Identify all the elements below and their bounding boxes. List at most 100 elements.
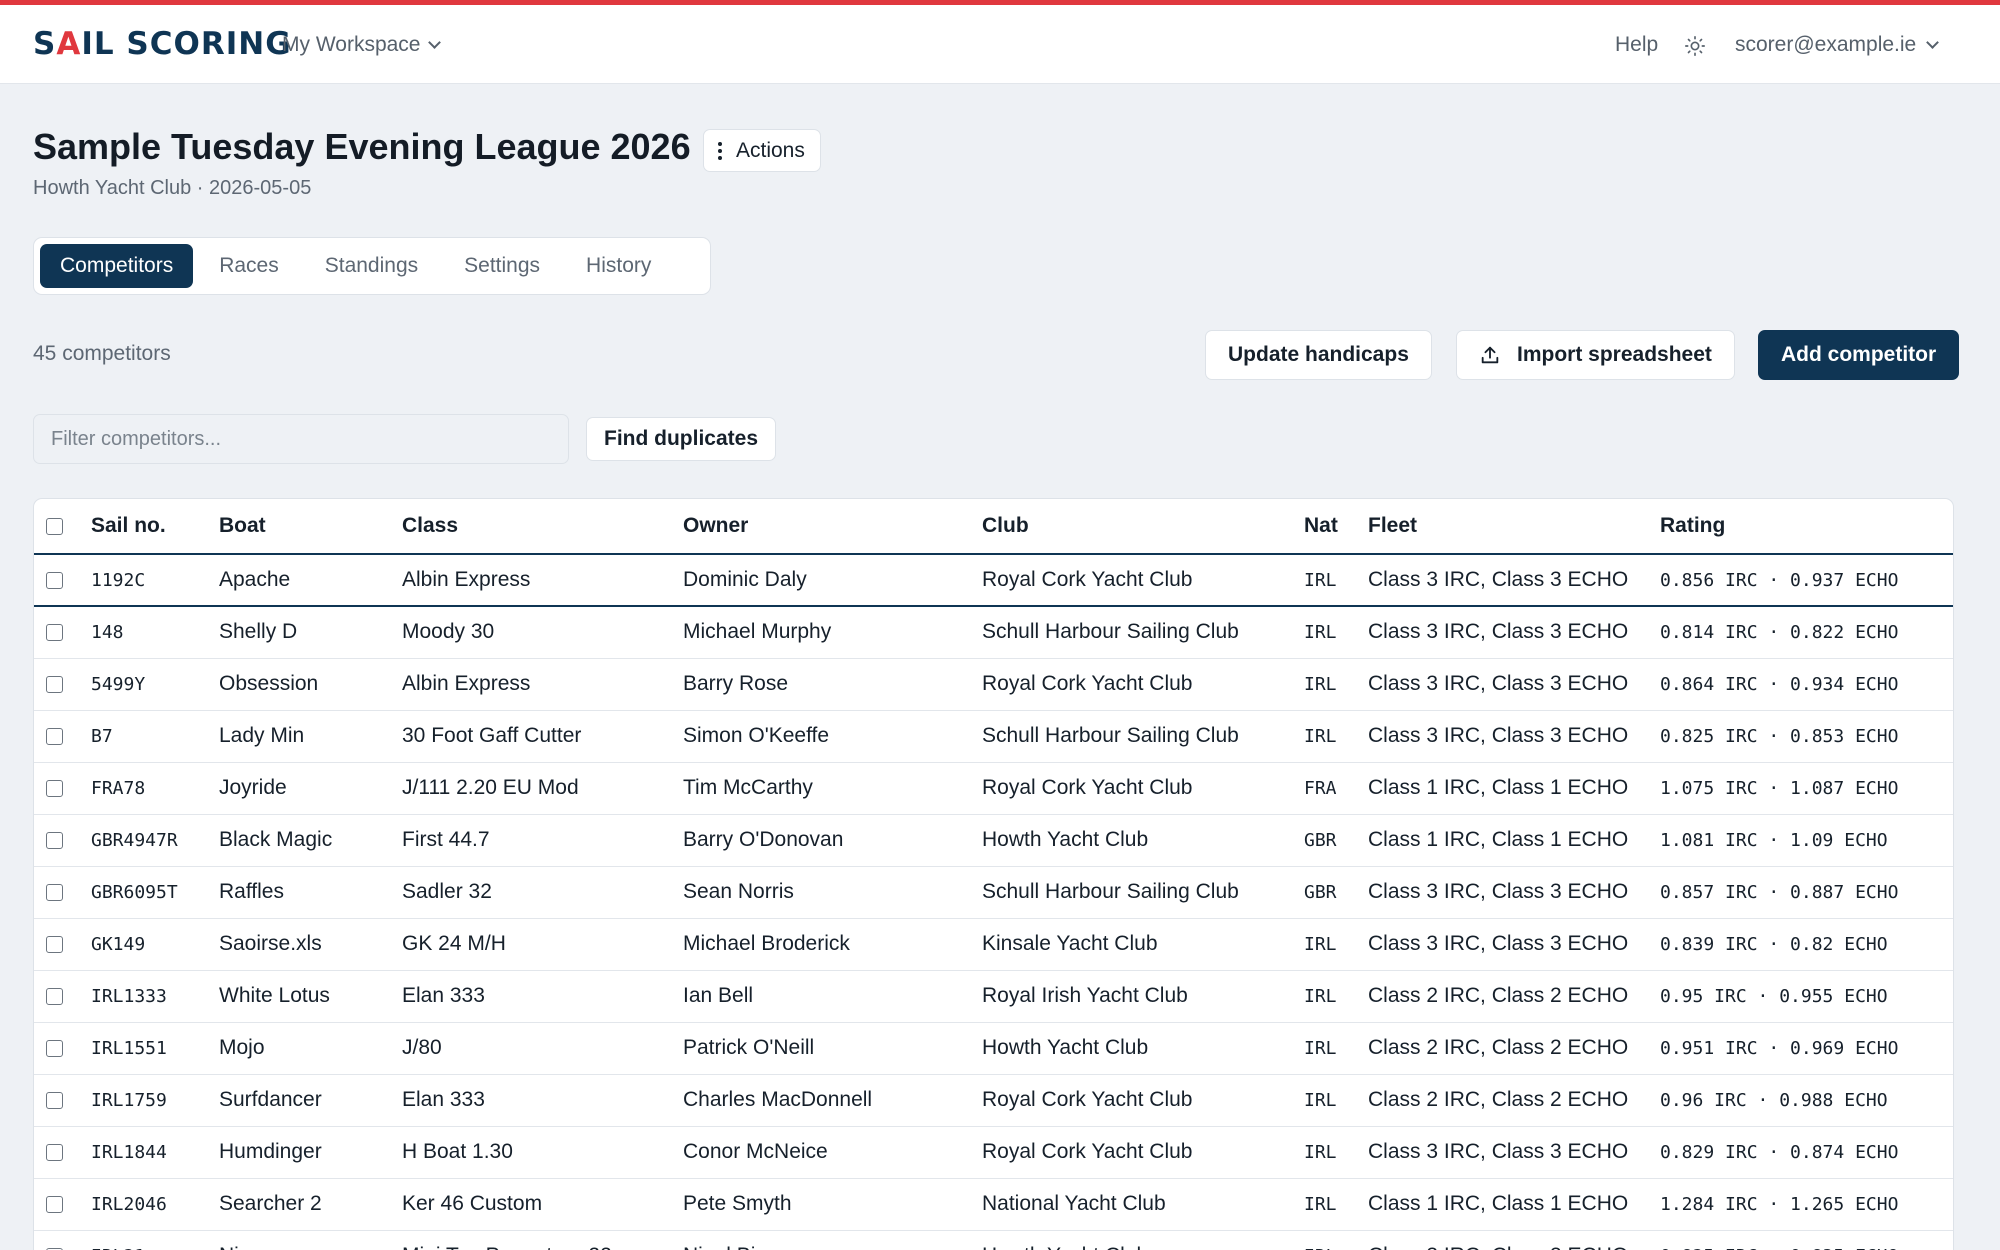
club-cell: Howth Yacht Club (982, 1022, 1304, 1075)
boat-cell: Obsession (219, 658, 402, 711)
tab-history[interactable]: History (566, 244, 671, 288)
fleet-cell: Class 2 IRC, Class 2 ECHO (1368, 1074, 1660, 1127)
table-row[interactable]: IRL1551 Mojo J/80 Patrick O'Neill Howth Yach… (34, 1022, 1953, 1075)
class-cell: J/80 (402, 1022, 683, 1075)
row-checkbox[interactable] (46, 883, 63, 901)
fleet-cell: Class 3 IRC, Class 3 ECHO (1368, 710, 1660, 763)
update-handicaps-label: Update handicaps (1228, 343, 1409, 366)
row-checkbox[interactable] (46, 1195, 63, 1213)
owner-cell: Michael Broderick (683, 918, 982, 971)
table-row[interactable]: GK149 Saoirse.xls GK 24 M/H Michael Broderi… (34, 918, 1953, 971)
rating-cell: 1.081 IRC · 1.09 ECHO (1660, 814, 1953, 867)
nationality-cell: IRL (1304, 1074, 1368, 1127)
row-checkbox[interactable] (46, 1091, 63, 1109)
boat-cell: White Lotus (219, 970, 402, 1023)
table-row[interactable]: 1192C Apache Albin Express Dominic Daly Roya… (34, 554, 1953, 607)
import-spreadsheet-label: Import spreadsheet (1517, 343, 1712, 366)
fleet-cell: Class 2 IRC, Class 2 ECHO (1368, 1022, 1660, 1075)
rating-cell: 1.284 IRC · 1.265 ECHO (1660, 1178, 1953, 1231)
row-select-cell (34, 762, 91, 815)
filter-competitors-input[interactable] (33, 414, 569, 464)
owner-cell: Simon O'Keeffe (683, 710, 982, 763)
owner-cell: Conor McNeice (683, 1126, 982, 1179)
club-cell: Kinsale Yacht Club (982, 918, 1304, 971)
tab-settings[interactable]: Settings (444, 244, 560, 288)
nationality-cell: GBR (1304, 814, 1368, 867)
table-row[interactable]: B7 Lady Min 30 Foot Gaff Cutter Simon O'Kee… (34, 710, 1953, 763)
table-row[interactable]: GBR4947R Black Magic First 44.7 Barry O'Don… (34, 814, 1953, 867)
add-competitor-button[interactable]: Add competitor (1758, 330, 1960, 380)
row-checkbox[interactable] (46, 779, 63, 797)
find-duplicates-button[interactable]: Find duplicates (586, 417, 777, 461)
add-competitor-label: Add competitor (1781, 343, 1937, 366)
table-row[interactable]: IRL21NimonMini Ton Puppeteer 22Nigel Big… (34, 1230, 1953, 1250)
workspace-switcher[interactable]: My Workspace (282, 33, 442, 57)
row-checkbox[interactable] (46, 571, 63, 589)
row-checkbox[interactable] (46, 623, 63, 641)
user-email: scorer@example.ie (1735, 33, 1917, 56)
sail-number-cell: FRA78 (91, 762, 219, 815)
class-cell: Sadler 32 (402, 866, 683, 919)
sail-number-cell: IRL2046 (91, 1178, 219, 1231)
club-cell: Schull Harbour Sailing Club (982, 866, 1304, 919)
row-checkbox[interactable] (46, 987, 63, 1005)
column-header[interactable]: Fleet (1368, 499, 1660, 555)
rating-cell: 0.96 IRC · 0.988 ECHO (1660, 1074, 1953, 1127)
tab-races[interactable]: Races (199, 244, 299, 288)
update-handicaps-button[interactable]: Update handicaps (1205, 330, 1432, 380)
table-row[interactable]: IRL2046 Searcher 2 Ker 46 Custom Pete Smyth… (34, 1178, 1953, 1231)
tab-competitors[interactable]: Competitors (40, 244, 194, 288)
class-cell: GK 24 M/H (402, 918, 683, 971)
row-select-cell (34, 1074, 91, 1127)
club-cell: Royal Cork Yacht Club (982, 1126, 1304, 1179)
rating-cell: 1.075 IRC · 1.087 ECHO (1660, 762, 1953, 815)
logo-text: S (33, 26, 57, 62)
row-checkbox[interactable] (46, 831, 63, 849)
tab-standings[interactable]: Standings (305, 244, 438, 288)
column-header[interactable]: Class (402, 499, 683, 555)
column-header[interactable]: Sail no. (91, 499, 219, 555)
table-row[interactable]: IRL1844 Humdinger H Boat 1.30 Conor McNeice… (34, 1126, 1953, 1179)
row-select-cell (34, 918, 91, 971)
nationality-cell: IRL (1304, 918, 1368, 971)
actions-button[interactable]: Actions (703, 129, 821, 172)
column-header[interactable]: Owner (683, 499, 982, 555)
upload-icon (1481, 346, 1499, 364)
row-checkbox[interactable] (46, 935, 63, 953)
column-header[interactable]: Club (982, 499, 1304, 555)
row-select-cell (34, 814, 91, 867)
help-link[interactable]: Help (1615, 33, 1658, 57)
actions-label: Actions (736, 138, 805, 162)
table-row[interactable]: IRL1333 White Lotus Elan 333 Ian Bell Royal … (34, 970, 1953, 1023)
table-row[interactable]: 5499Y Obsession Albin Express Barry Rose Roy… (34, 658, 1953, 711)
row-checkbox[interactable] (46, 727, 63, 745)
sail-number-cell: 1192C (91, 554, 219, 607)
nationality-cell: FRA (1304, 762, 1368, 815)
table-row[interactable]: IRL1759 Surfdancer Elan 333 Charles MacDonn… (34, 1074, 1953, 1127)
app-logo[interactable]: SAIL SCORING (33, 26, 292, 62)
rating-cell: 0.825 IRC · 0.853 ECHO (1660, 710, 1953, 763)
sun-icon[interactable] (1684, 35, 1706, 57)
row-checkbox[interactable] (46, 1143, 63, 1161)
column-header[interactable]: Boat (219, 499, 402, 555)
table-row[interactable]: FRA78 Joyride J/111 2.20 EU Mod Tim McCarth… (34, 762, 1953, 815)
rating-cell: 0.951 IRC · 0.969 ECHO (1660, 1022, 1953, 1075)
user-menu[interactable]: scorer@example.ie (1735, 33, 1940, 57)
row-checkbox[interactable] (46, 1039, 63, 1057)
table-row[interactable]: 148 Shelly D Moody 30 Michael Murphy Schull … (34, 606, 1953, 659)
class-cell: Mini Ton Puppeteer 22 (402, 1230, 683, 1250)
class-cell: First 44.7 (402, 814, 683, 867)
boat-cell: Black Magic (219, 814, 402, 867)
owner-cell: Barry O'Donovan (683, 814, 982, 867)
fleet-cell: Class 3 IRC, Class 3 ECHO (1368, 658, 1660, 711)
competitors-table: Sail no. Boat Class Owner Club Nat Fleet… (33, 498, 1954, 1250)
club-cell: Schull Harbour Sailing Club (982, 606, 1304, 659)
chevron-down-icon (428, 36, 442, 49)
table-row[interactable]: GBR6095T Raffles Sadler 32 Sean Norris Schul… (34, 866, 1953, 919)
column-header[interactable]: Nat (1304, 499, 1368, 555)
column-header[interactable]: Rating (1660, 499, 1953, 555)
row-checkbox[interactable] (46, 675, 63, 693)
select-all-checkbox[interactable] (46, 517, 63, 535)
import-spreadsheet-button[interactable]: Import spreadsheet (1456, 330, 1735, 380)
sail-number-cell: B7 (91, 710, 219, 763)
